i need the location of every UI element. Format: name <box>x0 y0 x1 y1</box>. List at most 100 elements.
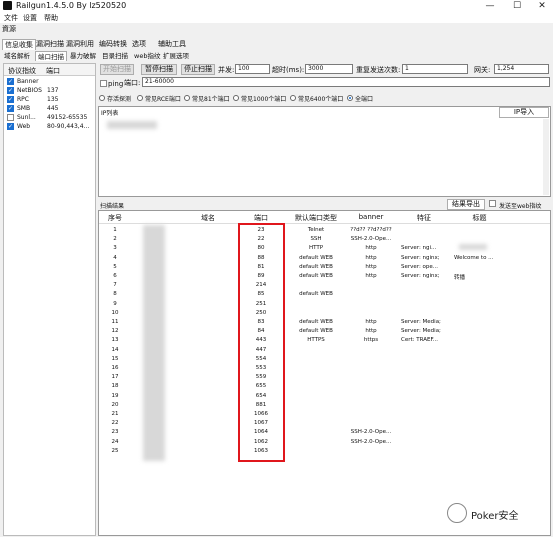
send-web-label: 发送至web指纹 <box>499 203 542 210</box>
checkbox[interactable]: ✓ <box>7 87 14 94</box>
radio-rce[interactable] <box>137 95 143 101</box>
protocol-row[interactable]: ✓ Banner <box>4 77 95 86</box>
table-row[interactable]: 18 655 <box>99 383 550 392</box>
table-cell: 14 <box>111 346 119 353</box>
table-row[interactable]: 15 554 <box>99 356 550 365</box>
table-cell: http <box>365 263 377 270</box>
table-cell: Server: nginx; <box>401 254 440 261</box>
tab-encoding[interactable]: 编码转换 <box>97 39 129 50</box>
radio-81[interactable] <box>184 95 190 101</box>
menu-help[interactable]: 帮助 <box>44 13 58 23</box>
table-cell: 13 <box>111 337 119 344</box>
table-row[interactable]: 5 81 default WEB http Server: ope... <box>99 264 550 273</box>
tab-web-fingerprint[interactable]: web指纹 <box>132 51 162 61</box>
radio-alive[interactable] <box>99 95 105 101</box>
send-web-checkbox[interactable] <box>489 200 496 207</box>
table-row[interactable]: 23 1064 SSH-2.0-Ope... <box>99 429 550 438</box>
table-row[interactable]: 1 23 Telnet ??d?? ??d??d?? <box>99 227 550 236</box>
radio-6400[interactable] <box>290 95 296 101</box>
table-row[interactable]: 19 654 <box>99 393 550 402</box>
checkbox[interactable]: ✓ <box>7 105 14 112</box>
table-row[interactable]: 7 214 <box>99 282 550 291</box>
blurred-title <box>459 244 487 250</box>
tab-options[interactable]: 选项 <box>130 39 148 50</box>
watermark: Poker安全 <box>443 498 553 528</box>
export-results-button[interactable]: 结果导出 <box>447 199 485 210</box>
checkbox[interactable] <box>7 114 14 121</box>
table-row[interactable]: 6 89 default WEB http Server: nginx; 转播 <box>99 273 550 282</box>
table-cell: https <box>363 337 379 344</box>
radio-1000[interactable] <box>233 95 239 101</box>
table-row[interactable]: 4 88 default WEB http Server: nginx; Welcome … <box>99 255 550 264</box>
concurrency-input[interactable]: 100 <box>235 64 270 74</box>
table-cell: Welcome to ... <box>454 254 494 261</box>
table-row[interactable]: 13 443 HTTPS https Cert: TRAEF... <box>99 337 550 346</box>
table-row[interactable]: 10 250 <box>99 310 550 319</box>
table-cell: default WEB <box>299 291 333 298</box>
table-cell: Server: Media; <box>401 319 441 325</box>
resend-input[interactable]: 1 <box>402 64 468 74</box>
stop-scan-button[interactable]: 停止扫描 <box>181 64 215 75</box>
scrollbar[interactable] <box>543 119 549 195</box>
protocol-row[interactable]: ✓ SMB 445 <box>4 104 95 113</box>
table-row[interactable]: 12 84 default WEB http Server: Media; <box>99 328 550 337</box>
checkbox[interactable]: ✓ <box>7 78 14 85</box>
table-row[interactable]: 11 83 default WEB http Server: Media; <box>99 319 550 328</box>
table-row[interactable]: 21 1066 <box>99 411 550 420</box>
table-cell: ??d?? ??d??d?? <box>350 227 392 233</box>
port-preset-options: 存活探测 常见RCE端口 常见81个端口 常见1000个端口 常见6400个端口… <box>98 93 551 103</box>
menu-file[interactable]: 文件 <box>4 13 18 23</box>
table-cell: Server: Media; <box>401 328 441 335</box>
ip-list-panel[interactable]: IP列表 IP导入 <box>98 106 551 197</box>
table-row[interactable]: 9 251 <box>99 301 550 310</box>
table-cell: SSH <box>310 236 322 243</box>
protocol-row[interactable]: ✓ RPC 135 <box>4 95 95 104</box>
tab-domain-resolve[interactable]: 域名解析 <box>2 51 32 61</box>
table-cell: Server: ngi... <box>401 245 437 252</box>
table-cell: 4 <box>113 254 117 261</box>
gateway-input[interactable]: 1,254 <box>494 64 549 74</box>
timeout-input[interactable]: 3000 <box>305 64 353 74</box>
table-row[interactable]: 14 447 <box>99 347 550 356</box>
blurred-host-column <box>143 225 165 461</box>
table-cell: 25 <box>111 447 119 454</box>
pause-scan-button[interactable]: 暂停扫描 <box>141 64 177 75</box>
table-cell: 18 <box>111 383 119 390</box>
tab-port-scan[interactable]: 端口扫描 <box>35 51 67 61</box>
ping-label: ping <box>108 80 124 88</box>
tab-dir-scan[interactable]: 目录扫描 <box>100 51 130 61</box>
table-row[interactable]: 25 1063 <box>99 448 550 457</box>
col-port: 端口 <box>46 67 60 75</box>
protocol-row[interactable]: ✓ NetBIOS 137 <box>4 86 95 95</box>
minimize-button[interactable]: — <box>481 0 499 12</box>
table-row[interactable]: 24 1062 SSH-2.0-Ope... <box>99 439 550 448</box>
table-row[interactable]: 22 1067 <box>99 420 550 429</box>
protocol-row[interactable]: ✓ Web 80-90,443,4... <box>4 122 95 131</box>
port-range-input[interactable]: 21-60000 <box>142 77 550 87</box>
ip-import-button[interactable]: IP导入 <box>499 107 549 118</box>
table-row[interactable]: 20 881 <box>99 402 550 411</box>
ping-checkbox[interactable] <box>100 80 107 87</box>
table-row[interactable]: 16 553 <box>99 365 550 374</box>
checkbox[interactable]: ✓ <box>7 123 14 130</box>
table-row[interactable]: 8 85 default WEB <box>99 291 550 300</box>
tab-bruteforce[interactable]: 暴力破解 <box>68 51 98 61</box>
table-cell: SSH-2.0-Ope... <box>350 429 392 436</box>
protocol-row[interactable]: Sunl... 49152-65535 <box>4 113 95 122</box>
port-label: 端口: <box>124 79 141 87</box>
close-button[interactable]: ✕ <box>533 0 551 12</box>
start-scan-button[interactable]: 开始扫描 <box>100 64 134 75</box>
tab-info-gathering[interactable]: 信息收集 <box>2 39 36 50</box>
radio-all[interactable] <box>347 95 353 101</box>
tab-tools[interactable]: 辅助工具 <box>156 39 188 50</box>
table-cell: default WEB <box>299 254 333 261</box>
table-row[interactable]: 17 559 <box>99 374 550 383</box>
maximize-button[interactable]: ☐ <box>508 0 526 12</box>
results-label: 扫描结果 <box>100 203 125 210</box>
tab-vuln-scan[interactable]: 漏洞扫描 <box>34 39 66 50</box>
tab-vuln-exploit[interactable]: 漏洞利用 <box>64 39 96 50</box>
menu-settings[interactable]: 设置 <box>23 13 37 23</box>
checkbox[interactable]: ✓ <box>7 96 14 103</box>
tab-extended-options[interactable]: 扩展选项 <box>161 51 191 61</box>
table-cell: HTTPS <box>307 337 325 344</box>
